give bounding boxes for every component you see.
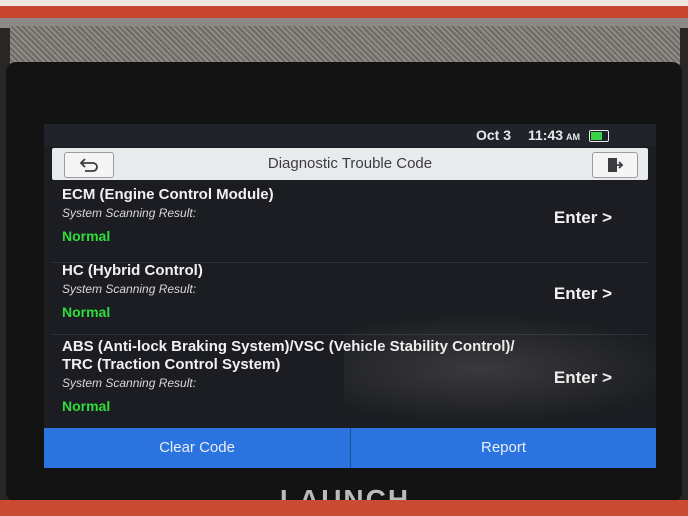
page-title: Diagnostic Trouble Code: [267, 155, 433, 172]
status-date: Oct 3: [476, 127, 512, 143]
scan-result-label: System Scanning Result:: [62, 376, 197, 390]
exit-button[interactable]: [592, 152, 638, 178]
bottom-action-bar: Clear Code Report: [44, 428, 656, 468]
title-bar: Diagnostic Trouble Code: [52, 148, 648, 180]
module-row-abs[interactable]: ABS (Anti-lock Braking System)/VSC (Vehi…: [52, 338, 648, 426]
scan-result-value: Normal: [62, 228, 111, 244]
enter-button-hc[interactable]: Enter >: [548, 280, 618, 308]
module-name: HC (Hybrid Control): [62, 262, 203, 279]
module-name-line2: TRC (Traction Control System): [62, 356, 281, 373]
exit-icon: [608, 158, 624, 172]
scan-result-value: Normal: [62, 398, 111, 414]
device-casing-bottom: [0, 500, 688, 516]
scan-result-value: Normal: [62, 304, 111, 320]
tablet-screen: Oct 3 11:43 AM Diagnostic Trouble Code EC…: [44, 124, 656, 468]
module-row-hc[interactable]: HC (Hybrid Control) System Scanning Resu…: [52, 262, 648, 338]
clear-code-button[interactable]: Clear Code: [44, 428, 351, 468]
scan-result-label: System Scanning Result:: [62, 282, 197, 296]
device-casing-top: [0, 0, 688, 28]
speaker-grille: [10, 26, 680, 66]
divider: [52, 334, 648, 335]
module-name: ECM (Engine Control Module): [62, 186, 274, 203]
report-button[interactable]: Report: [351, 428, 656, 468]
status-bar: Oct 3 11:43 AM: [44, 124, 656, 146]
battery-icon: [589, 130, 609, 142]
status-time: 11:43 AM: [528, 127, 580, 143]
scan-result-label: System Scanning Result:: [62, 206, 197, 220]
module-name: ABS (Anti-lock Braking System)/VSC (Vehi…: [62, 338, 515, 355]
module-row-ecm[interactable]: ECM (Engine Control Module) System Scann…: [52, 186, 648, 262]
status-time-value: 11:43: [528, 127, 564, 143]
status-ampm: AM: [566, 132, 581, 142]
enter-button-ecm[interactable]: Enter >: [548, 204, 618, 232]
enter-button-abs[interactable]: Enter >: [548, 364, 618, 392]
